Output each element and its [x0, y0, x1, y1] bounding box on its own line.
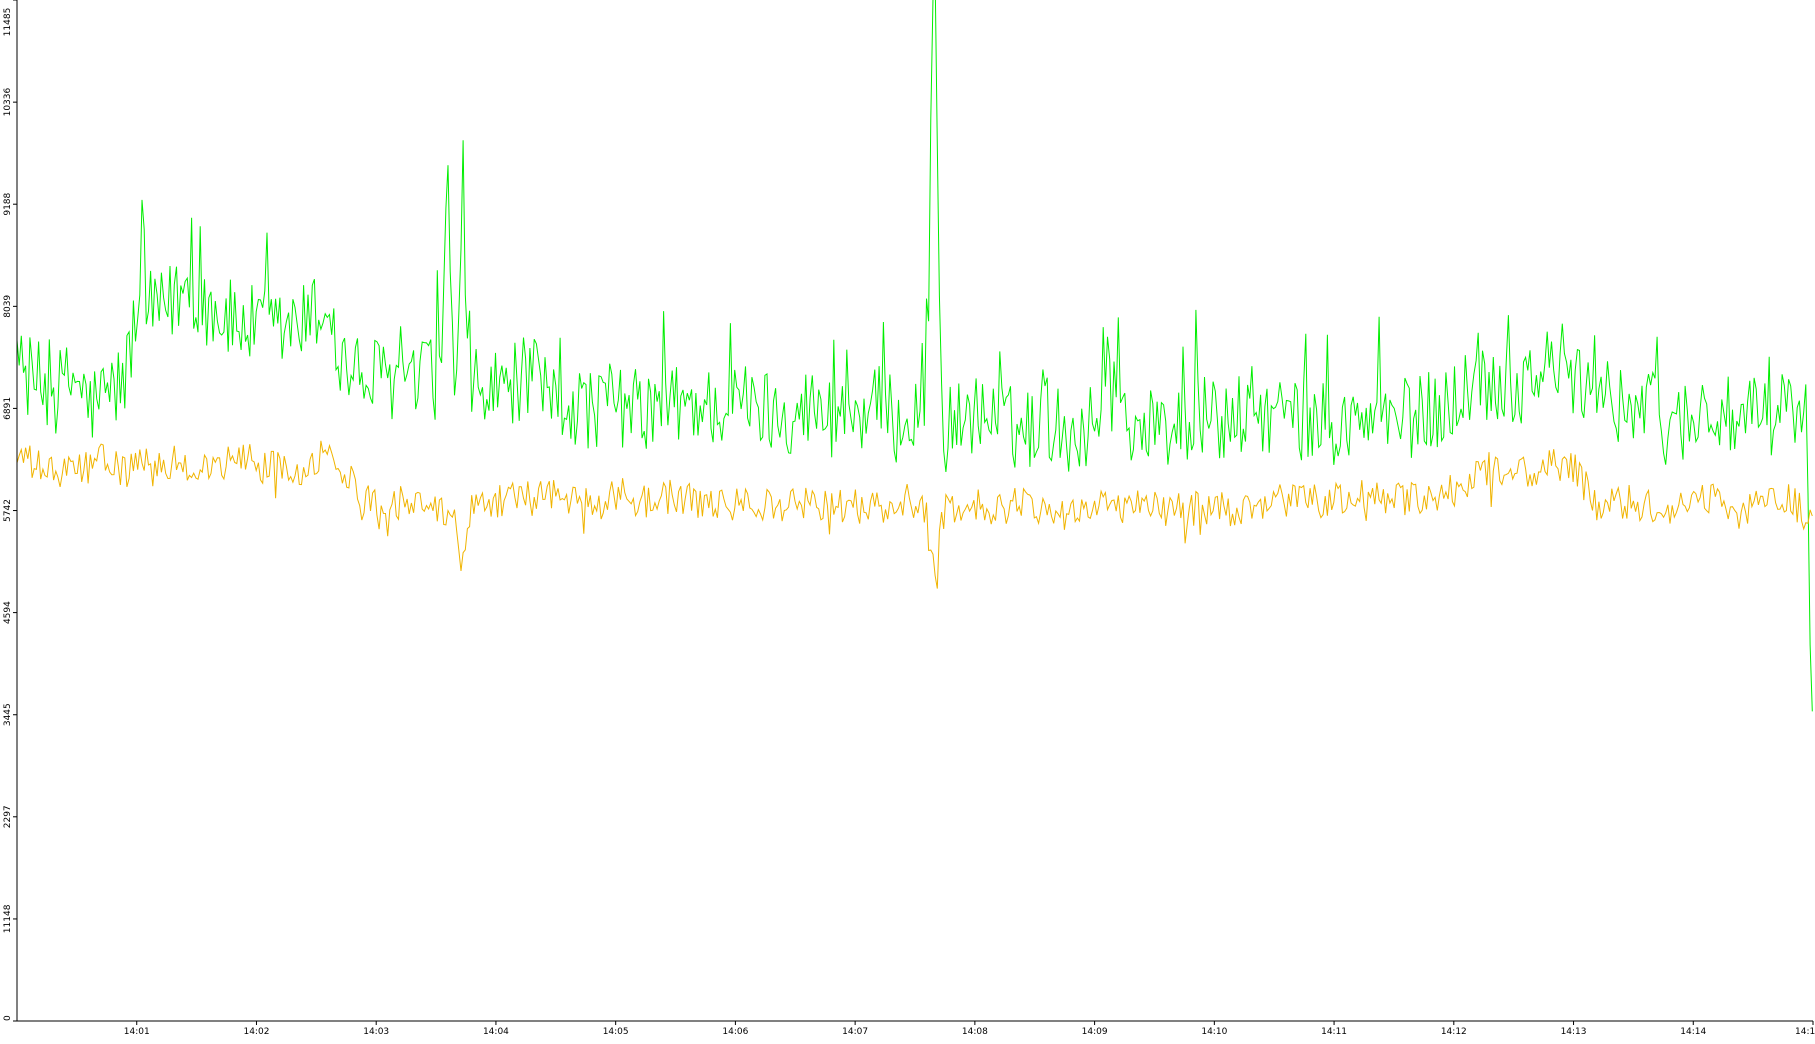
x-tick-label: 14:07	[842, 1027, 868, 1037]
x-tick-label: 14:14	[1680, 1027, 1706, 1037]
x-tick-label: 14:03	[363, 1027, 389, 1037]
y-tick-label: 9188	[3, 192, 13, 215]
x-tick-label: 14:11	[1321, 1027, 1347, 1037]
x-tick-label: 14:02	[243, 1027, 269, 1037]
x-tick-label: 14:01	[124, 1027, 150, 1037]
y-tick-label: 5742	[3, 499, 13, 522]
axis-layer: 14:01 14:02 14:03 14:04 14:05 14:06 14:07 14:08…	[3, 0, 1815, 1037]
series-line-2	[16, 440, 1813, 589]
y-tick-label: 11148	[3, 904, 13, 933]
y-tick-label: 6891	[3, 397, 13, 420]
y-tick-label: 11485	[3, 8, 13, 37]
x-tick-label: 14:12	[1441, 1027, 1467, 1037]
x-tick-label: 14:13	[1561, 1027, 1587, 1037]
y-tick-label: 4594	[3, 601, 13, 624]
y-tick-label: 8039	[3, 295, 13, 318]
series-line-1	[16, 0, 1813, 712]
y-tick-label: 10336	[3, 88, 13, 117]
x-tick-label: 14:09	[1082, 1027, 1108, 1037]
x-tick-label: 14:08	[962, 1027, 988, 1037]
x-tick-label: 14:06	[722, 1027, 748, 1037]
chart-area: 14:01 14:02 14:03 14:04 14:05 14:06 14:07 14:08…	[0, 0, 1815, 1039]
series-layer	[16, 0, 1813, 712]
x-tick-label: 14:05	[603, 1027, 629, 1037]
y-tick-label: 2297	[3, 805, 13, 828]
x-tick-label: 14:15	[1795, 1027, 1815, 1037]
x-tick-label: 14:10	[1201, 1027, 1227, 1037]
x-tick-label: 14:04	[483, 1027, 509, 1037]
y-tick-label: 0	[3, 1015, 13, 1021]
y-tick-label: 3445	[3, 703, 13, 726]
line-chart: 14:01 14:02 14:03 14:04 14:05 14:06 14:07 14:08…	[3, 0, 1815, 1037]
